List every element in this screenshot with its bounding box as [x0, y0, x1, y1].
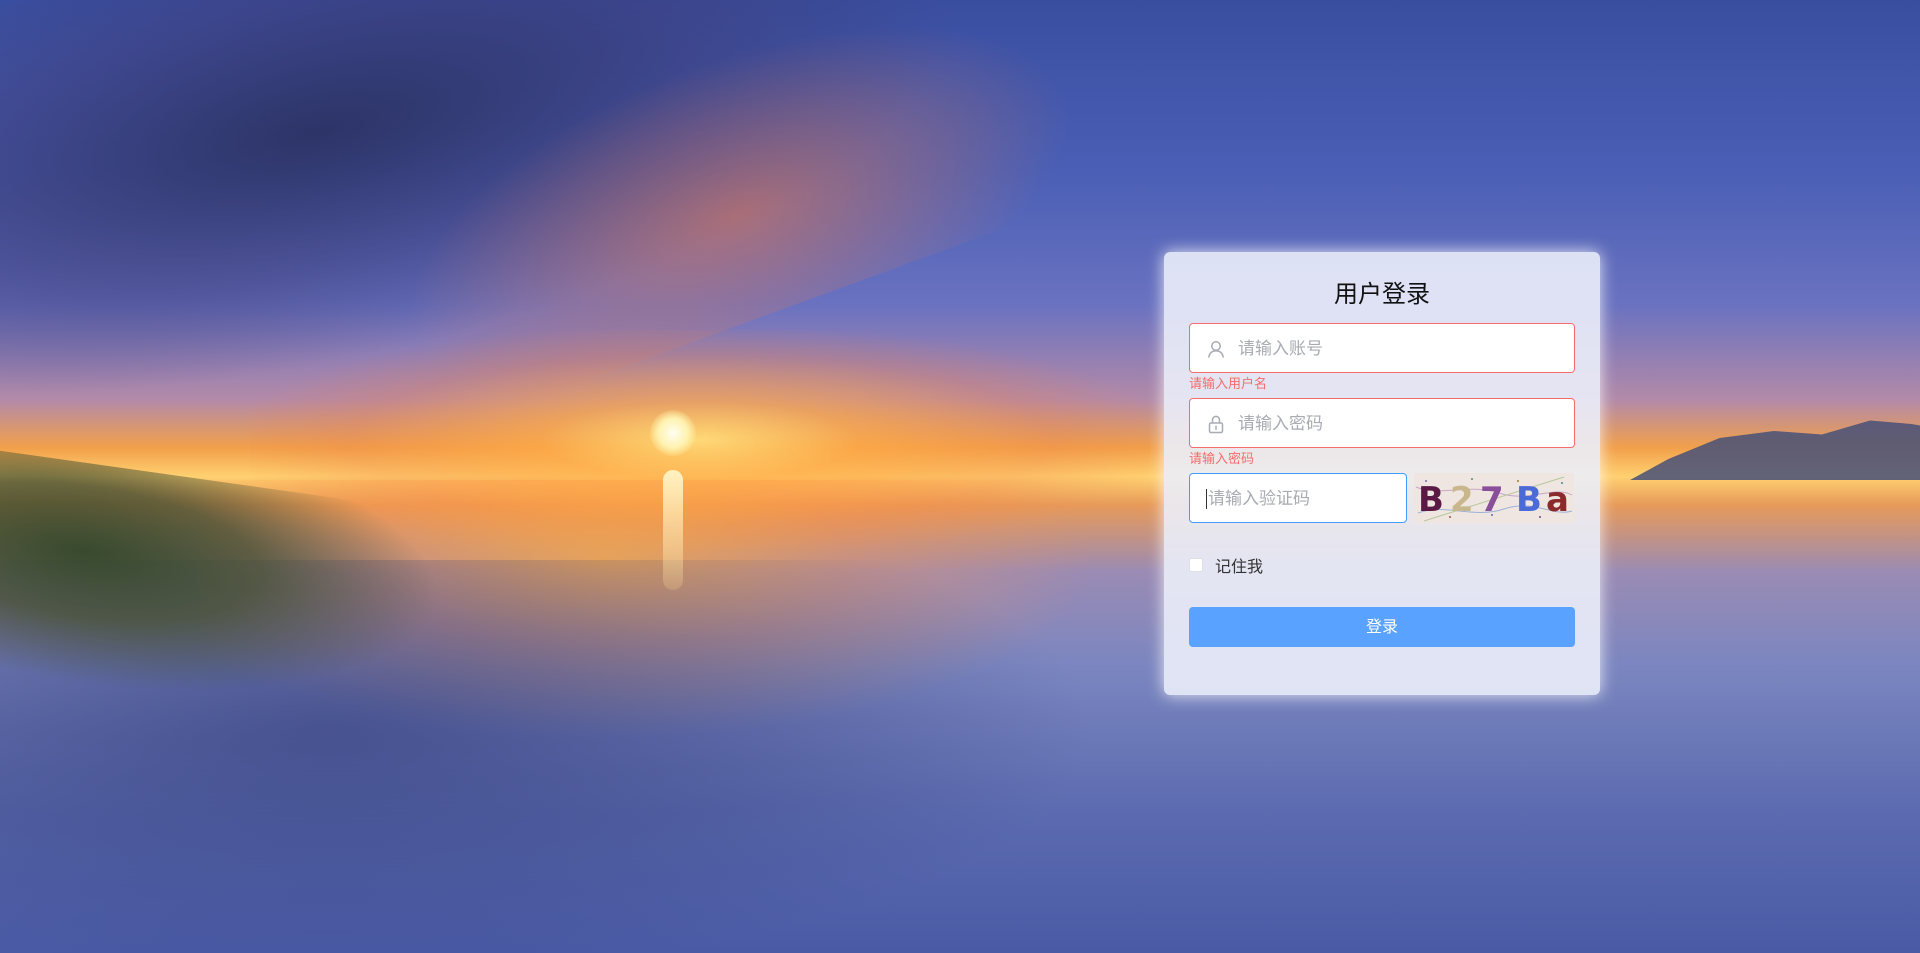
- password-error: 请输入密码: [1189, 452, 1255, 467]
- captcha-char: B: [1516, 480, 1542, 520]
- user-icon: [1206, 339, 1226, 359]
- captcha-image[interactable]: B 2 7 B a: [1414, 473, 1574, 523]
- captcha-input[interactable]: [1206, 474, 1400, 524]
- login-button[interactable]: 登录: [1189, 607, 1575, 647]
- password-field[interactable]: [1189, 398, 1575, 449]
- captcha-graphic: B 2 7 B a: [1414, 473, 1574, 523]
- remember-checkbox[interactable]: [1189, 558, 1203, 572]
- background-landscape: [0, 0, 1920, 953]
- password-input[interactable]: [1236, 399, 1560, 449]
- username-input[interactable]: [1236, 324, 1560, 374]
- captcha-field[interactable]: [1189, 473, 1407, 524]
- username-field[interactable]: [1189, 323, 1575, 374]
- captcha-char: a: [1546, 480, 1569, 520]
- captcha-char: 7: [1480, 480, 1504, 520]
- text-cursor: [1206, 489, 1207, 509]
- sun: [650, 410, 696, 456]
- captcha-char: B: [1418, 480, 1444, 520]
- distant-mountains: [1630, 420, 1920, 480]
- lock-icon: [1206, 414, 1226, 434]
- remember-label: 记住我: [1215, 557, 1264, 576]
- login-title: 用户登录: [1334, 280, 1430, 308]
- login-panel: 用户登录 请输入用户名 请输入密码: [1164, 252, 1600, 695]
- username-error: 请输入用户名: [1189, 377, 1268, 392]
- sun-reflection: [663, 470, 683, 590]
- remember-me[interactable]: 记住我: [1189, 553, 1263, 577]
- captcha-char: 2: [1450, 480, 1474, 520]
